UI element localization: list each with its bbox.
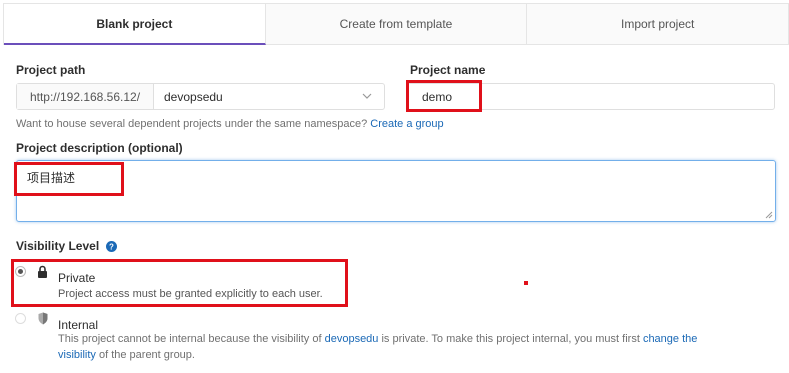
devopsedu-link[interactable]: devopsedu: [325, 333, 379, 345]
project-description-label: Project description (optional): [16, 141, 183, 155]
create-group-link[interactable]: Create a group: [370, 118, 443, 130]
question-circle-icon[interactable]: ?: [105, 241, 117, 252]
namespace-help: Want to house several dependent projects…: [16, 118, 444, 130]
namespace-select[interactable]: devopsedu: [154, 84, 384, 109]
resize-handle-icon[interactable]: [765, 211, 773, 219]
namespace-value: devopsedu: [164, 89, 223, 104]
change-the-link[interactable]: change the: [643, 333, 697, 345]
visibility-link[interactable]: visibility: [58, 349, 96, 361]
visibility-level-label: Visibility Level ?: [16, 239, 117, 253]
tab-blank-project[interactable]: Blank project: [4, 4, 266, 45]
highlight-box-description: [14, 162, 124, 196]
internal-title: Internal: [58, 318, 99, 332]
chevron-down-icon: [362, 93, 372, 99]
shield-icon: [38, 312, 48, 325]
path-prefix: http://192.168.56.12/: [17, 84, 154, 109]
red-mark: [524, 281, 528, 285]
project-description-textarea[interactable]: 项目描述: [16, 160, 776, 222]
project-tabs: Blank project Create from template Impor…: [3, 3, 789, 45]
tab-import-project[interactable]: Import project: [527, 4, 788, 44]
svg-text:?: ?: [109, 243, 114, 252]
tab-create-from-template[interactable]: Create from template: [266, 4, 528, 44]
project-path-group: http://192.168.56.12/ devopsedu: [16, 83, 385, 110]
project-name-label: Project name: [410, 63, 486, 77]
project-path-label: Project path: [16, 63, 86, 77]
highlight-box-private: [11, 259, 348, 307]
namespace-help-text: Want to house several dependent projects…: [16, 118, 371, 130]
highlight-box-project-name: [406, 80, 482, 112]
internal-radio[interactable]: [15, 313, 26, 324]
internal-description: This project cannot be internal because …: [58, 333, 698, 361]
